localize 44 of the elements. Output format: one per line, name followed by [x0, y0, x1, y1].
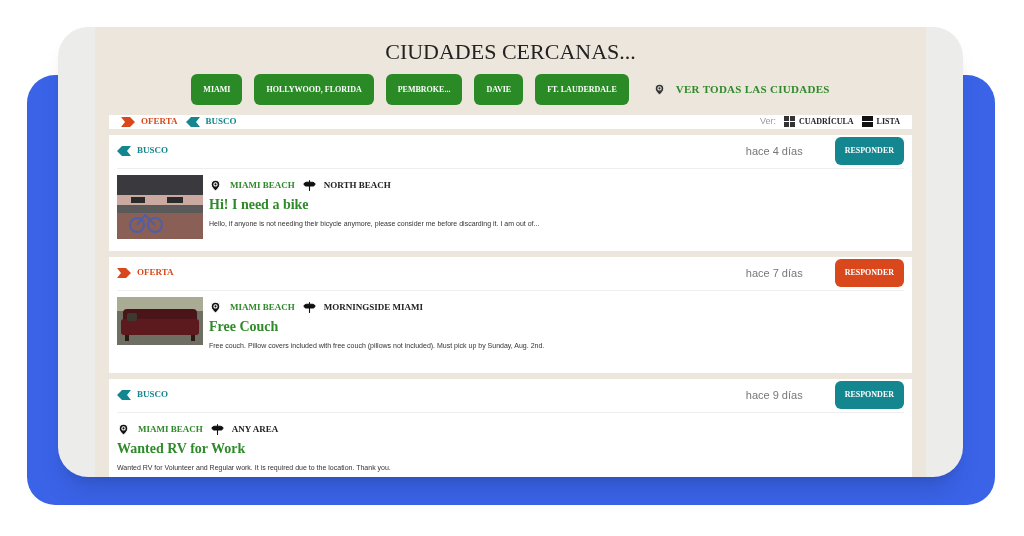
category-label: BUSCO — [137, 144, 168, 158]
city-button[interactable]: MIAMI — [191, 74, 243, 105]
left-chevron-flag-icon — [117, 146, 131, 156]
left-chevron-flag-icon — [117, 390, 131, 400]
city-button[interactable]: PEMBROKE... — [385, 74, 463, 105]
city-button[interactable]: FT. LAUDERDALE — [535, 74, 629, 105]
city-link[interactable]: MIAMI BEACH — [230, 300, 295, 314]
reply-button[interactable]: RESPONDER — [834, 259, 904, 287]
right-chevron-flag-icon — [121, 116, 135, 127]
list-icon — [861, 116, 873, 128]
signpost-icon — [302, 300, 316, 314]
location-pin-icon — [209, 178, 222, 192]
category-label: OFERTA — [141, 115, 178, 128]
category-label: BUSCO — [137, 388, 168, 402]
grid-icon — [783, 116, 795, 128]
category-label: BUSCO — [205, 115, 237, 128]
left-chevron-flag-icon — [185, 116, 200, 127]
location-pin-icon — [652, 83, 666, 96]
post-title[interactable]: Free Couch — [209, 316, 545, 337]
reply-button[interactable]: RESPONDER — [834, 137, 904, 165]
all-cities-link[interactable]: VER TODAS LAS CIUDADES — [675, 81, 830, 98]
location-pin-icon — [209, 300, 222, 314]
city-link[interactable]: MIAMI BEACH — [230, 178, 295, 192]
post-title[interactable]: Wanted RV for Work — [117, 438, 391, 459]
area-label: ANY AREA — [231, 422, 279, 436]
post-time: hace 7 días — [745, 265, 803, 281]
reply-button[interactable]: RESPONDER — [834, 381, 904, 409]
post-time: hace 4 días — [745, 143, 803, 159]
section-heading: CIUDADES CERCANAS... — [384, 38, 637, 66]
view-option[interactable]: CUADRÍCULA — [798, 115, 854, 128]
signpost-icon — [302, 178, 316, 192]
area-label: NORTH BEACH — [323, 178, 391, 192]
post-time: hace 9 días — [745, 387, 803, 403]
city-button[interactable]: DAVIE — [474, 74, 524, 105]
view-label: Ver: — [759, 115, 776, 128]
post-title[interactable]: Hi! I need a bike — [209, 194, 540, 215]
area-label: MORNINGSIDE MIAMI — [323, 300, 423, 314]
signpost-icon — [210, 422, 224, 436]
category-label: OFERTA — [137, 266, 174, 280]
right-chevron-flag-icon — [117, 268, 131, 278]
location-pin-icon — [117, 422, 130, 436]
city-link[interactable]: MIAMI BEACH — [138, 422, 203, 436]
city-button[interactable]: HOLLYWOOD, FLORIDA — [254, 74, 374, 105]
view-option[interactable]: LISTA — [876, 115, 900, 128]
